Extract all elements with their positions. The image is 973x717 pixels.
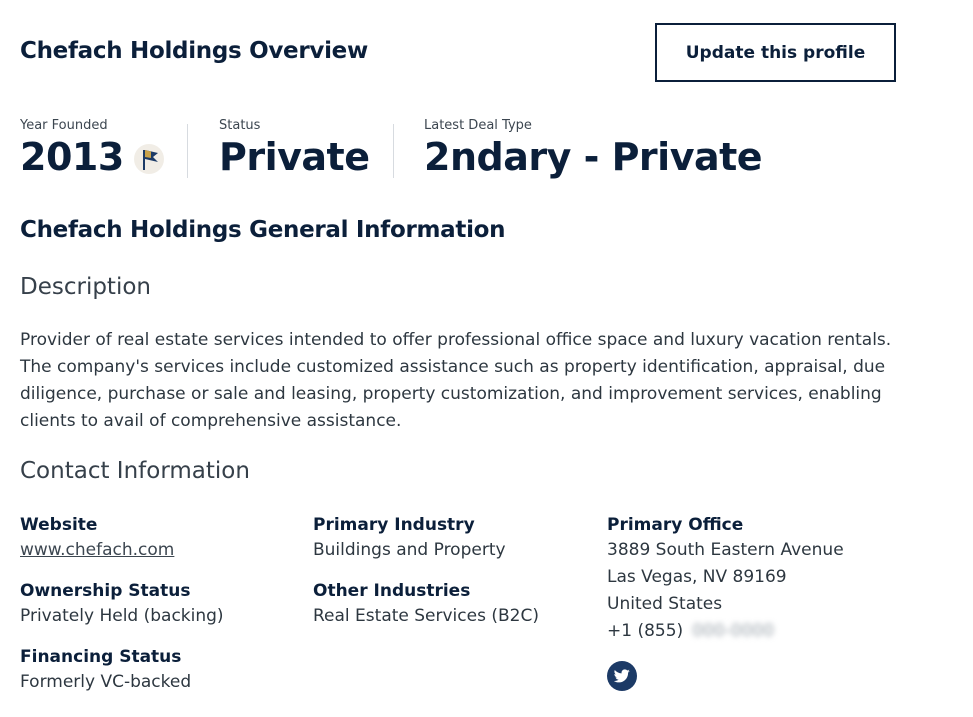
phone-number: +1 (855) 000-0000 [607,618,907,645]
stat-status: Status Private [219,118,393,180]
field-label: Financing Status [20,647,182,667]
primary-industry-field: Primary Industry Buildings and Property [313,513,593,564]
general-information-heading: Chefach Holdings General Information [20,217,506,243]
financing-status-field: Financing Status Formerly VC-backed [20,645,300,696]
field-label: Primary Office [607,515,744,535]
description-heading: Description [20,274,151,300]
update-profile-button[interactable]: Update this profile [655,23,896,82]
address-line-2: Las Vegas, NV 89169 [607,567,787,587]
field-label: Other Industries [313,581,471,601]
field-label: Primary Industry [313,515,475,535]
phone-prefix: +1 (855) [607,621,684,641]
stat-value: 2013 [20,134,187,180]
stat-value: 2ndary - Private [424,135,763,179]
address-country: United States [607,594,723,614]
phone-hidden: 000-0000 [692,621,775,641]
stat-divider [187,124,188,178]
stat-label: Latest Deal Type [424,118,532,133]
field-label: Website [20,515,98,535]
contact-information-heading: Contact Information [20,458,250,484]
primary-office-field: Primary Office 3889 South Eastern Avenue… [607,513,907,645]
stat-value: Private [219,135,370,179]
website-link[interactable]: www.chefach.com [20,540,174,560]
stat-latest-deal-type: Latest Deal Type 2ndary - Private [424,118,763,180]
stat-label: Status [219,118,261,133]
field-value: Formerly VC-backed [20,672,192,692]
other-industries-field: Other Industries Real Estate Services (B… [313,579,593,630]
twitter-icon[interactable] [607,661,637,691]
address-line-1: 3889 South Eastern Avenue [607,540,844,560]
flag-icon [133,144,164,174]
stat-year-founded: Year Founded 2013 [20,118,187,180]
field-label: Ownership Status [20,581,191,601]
contact-column-2: Primary Industry Buildings and Property … [313,513,593,645]
page-title: Chefach Holdings Overview [20,38,368,64]
year-founded-value: 2013 [20,135,124,179]
contact-column-1: Website www.chefach.com Ownership Status… [20,513,300,711]
stat-divider [393,124,394,178]
field-value: Privately Held (backing) [20,606,224,626]
field-value: Real Estate Services (B2C) [313,606,539,626]
contact-column-3: Primary Office 3889 South Eastern Avenue… [607,513,907,695]
ownership-status-field: Ownership Status Privately Held (backing… [20,579,300,630]
field-value: Buildings and Property [313,540,506,560]
website-field: Website www.chefach.com [20,513,300,564]
company-description: Provider of real estate services intende… [20,330,892,431]
stat-label: Year Founded [20,118,108,133]
key-stats: Year Founded 2013 Status Private Latest … [20,118,763,180]
